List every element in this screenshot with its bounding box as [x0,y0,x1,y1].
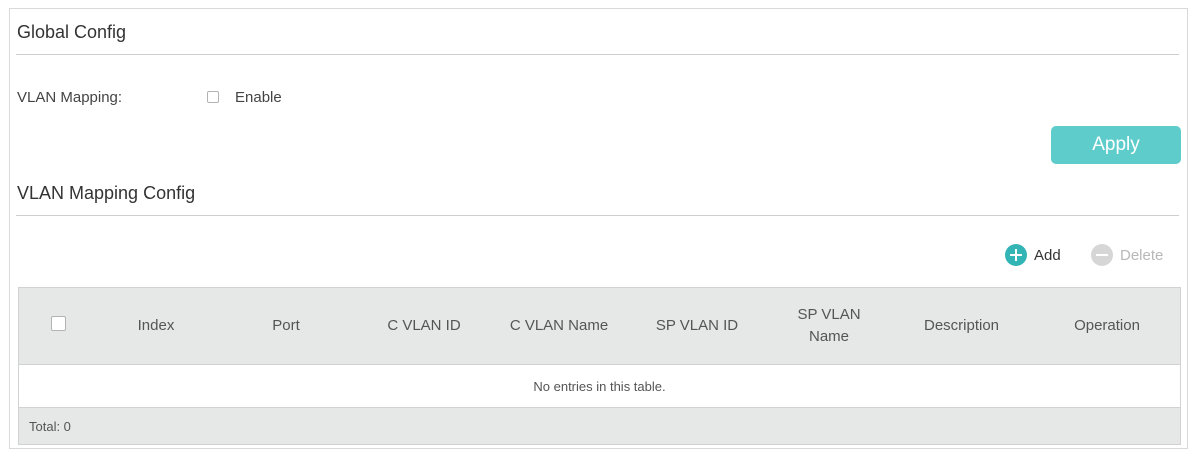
column-header-sp-vlan-id[interactable]: SP VLAN ID [642,288,752,364]
delete-label: Delete [1120,246,1164,264]
plus-circle-icon [1005,244,1027,266]
column-header-index[interactable]: Index [111,288,201,364]
delete-button[interactable]: Delete [1091,243,1163,267]
add-label: Add [1034,246,1061,264]
column-header-c-vlan-id[interactable]: C VLAN ID [374,288,474,364]
minus-circle-icon [1091,244,1113,266]
vlan-mapping-label: VLAN Mapping: [17,89,123,106]
table-header: Index Port C VLAN ID C VLAN Name SP VLAN… [19,288,1180,365]
vlan-mapping-panel: Global Config VLAN Mapping: Enable Apply… [9,8,1188,449]
sp-vlan-name-line2: Name [808,328,849,345]
vlan-mapping-config-divider [16,215,1179,216]
column-header-description[interactable]: Description [899,288,1024,364]
global-config-title: Global Config [17,22,127,42]
global-config-divider [16,54,1179,55]
column-header-operation[interactable]: Operation [1047,288,1167,364]
enable-checkbox[interactable] [207,91,219,103]
add-button[interactable]: Add [1005,243,1061,267]
enable-label: Enable [235,89,282,106]
table-footer-total: Total: 0 [19,407,1180,444]
table-empty-message: No entries in this table. [19,365,1180,407]
column-header-port[interactable]: Port [241,288,331,364]
sp-vlan-name-line1: SP VLAN [797,306,861,323]
apply-button[interactable]: Apply [1051,126,1181,164]
vlan-mapping-table: Index Port C VLAN ID C VLAN Name SP VLAN… [18,287,1181,445]
select-all-checkbox[interactable] [51,316,66,331]
column-header-sp-vlan-name[interactable]: SP VLAN Name [779,288,879,364]
column-header-c-vlan-name[interactable]: C VLAN Name [494,288,624,364]
vlan-mapping-config-title: VLAN Mapping Config [17,183,196,203]
